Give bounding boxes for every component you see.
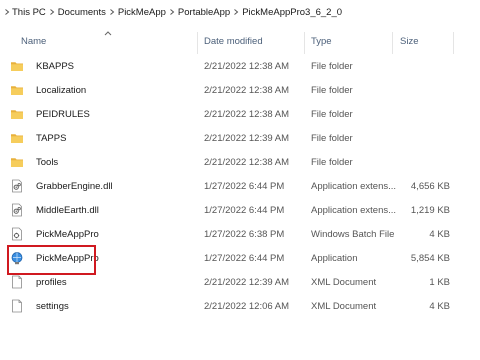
file-size [400, 54, 450, 78]
breadcrumb-item-this-pc[interactable]: This PC [12, 0, 46, 24]
column-divider[interactable] [304, 32, 305, 54]
chevron-right-icon[interactable] [166, 0, 178, 24]
file-row-pickmeapppro-batch[interactable]: PickMeAppPro 1/27/2022 6:38 PM Windows B… [0, 222, 480, 246]
column-header-date-modified[interactable]: Date modified [204, 24, 263, 58]
chevron-right-icon[interactable] [106, 0, 118, 24]
column-divider[interactable] [197, 32, 198, 54]
column-header-size[interactable]: Size [400, 24, 418, 58]
breadcrumb-label: Documents [57, 6, 106, 18]
file-row-middleearth-dll[interactable]: MiddleEarth.dll 1/27/2022 6:44 PM Applic… [0, 198, 480, 222]
file-type: Application extens... [311, 204, 397, 216]
file-name: TAPPS [36, 132, 67, 144]
file-date: 1/27/2022 6:44 PM [204, 204, 285, 216]
file-type: Windows Batch File [311, 228, 395, 240]
file-row-kbapps[interactable]: KBAPPS 2/21/2022 12:38 AM File folder [0, 54, 480, 78]
file-type: File folder [311, 84, 353, 96]
file-name: PEIDRULES [36, 108, 90, 120]
file-size: 1,219 KB [410, 204, 450, 216]
file-type: File folder [311, 156, 353, 168]
file-date: 2/21/2022 12:39 AM [204, 276, 290, 288]
file-name: Tools [36, 156, 59, 168]
breadcrumb-item-current-folder[interactable]: PickMeAppPro3_6_2_0 [242, 0, 342, 24]
file-size [400, 102, 450, 126]
file-name: PickMeAppPro [36, 228, 99, 240]
file-name: KBAPPS [36, 60, 75, 72]
file-date: 2/21/2022 12:06 AM [204, 300, 290, 312]
breadcrumb: This PC Documents PickMeApp PortableApp … [0, 0, 480, 24]
breadcrumb-label: PortableApp [177, 6, 231, 18]
file-date: 2/21/2022 12:39 AM [204, 132, 290, 144]
file-size: 5,854 KB [410, 252, 450, 264]
dll-icon [10, 203, 24, 217]
file-name: MiddleEarth.dll [36, 204, 99, 216]
chevron-right-icon[interactable] [46, 0, 58, 24]
file-type: XML Document [311, 300, 377, 312]
file-date: 2/21/2022 12:38 AM [204, 156, 290, 168]
file-type: File folder [311, 108, 353, 120]
file-date: 2/21/2022 12:38 AM [204, 84, 290, 96]
chevron-right-icon[interactable] [0, 0, 12, 24]
file-date: 1/27/2022 6:44 PM [204, 252, 285, 264]
breadcrumb-label: This PC [12, 6, 46, 18]
file-name-cell: settings [10, 294, 195, 318]
breadcrumb-item-pickmeapp[interactable]: PickMeApp [118, 0, 166, 24]
file-name-cell: GrabberEngine.dll [10, 174, 195, 198]
file-date: 2/21/2022 12:38 AM [204, 60, 290, 72]
file-row-grabberengine-dll[interactable]: GrabberEngine.dll 1/27/2022 6:44 PM Appl… [0, 174, 480, 198]
file-name-cell: PickMeAppPro [10, 222, 195, 246]
file-name-cell: MiddleEarth.dll [10, 198, 195, 222]
breadcrumb-label: PickMeAppPro3_6_2_0 [242, 6, 343, 18]
file-type: File folder [311, 60, 353, 72]
column-header-type[interactable]: Type [311, 24, 332, 58]
column-divider[interactable] [392, 32, 393, 54]
dll-icon [10, 179, 24, 193]
breadcrumb-item-documents[interactable]: Documents [58, 0, 106, 24]
file-name: GrabberEngine.dll [36, 180, 113, 192]
sort-ascending-icon [104, 31, 112, 36]
file-name: settings [36, 300, 69, 312]
file-date: 1/27/2022 6:38 PM [204, 228, 285, 240]
folder-icon [10, 59, 24, 73]
file-type: File folder [311, 132, 353, 144]
column-header-name[interactable]: Name [21, 24, 46, 58]
breadcrumb-label: PickMeApp [117, 6, 166, 18]
file-size [400, 150, 450, 174]
chevron-right-icon[interactable] [230, 0, 242, 24]
file-row-peidrules[interactable]: PEIDRULES 2/21/2022 12:38 AM File folder [0, 102, 480, 126]
file-row-settings[interactable]: settings 2/21/2022 12:06 AM XML Document… [0, 294, 480, 318]
folder-icon [10, 155, 24, 169]
document-icon [10, 275, 24, 289]
highlight-box [7, 245, 96, 275]
file-size: 4 KB [429, 228, 450, 240]
file-type: Application extens... [311, 180, 397, 192]
file-row-tools[interactable]: Tools 2/21/2022 12:38 AM File folder [0, 150, 480, 174]
file-name-cell: TAPPS [10, 126, 195, 150]
file-date: 2/21/2022 12:38 AM [204, 108, 290, 120]
folder-icon [10, 107, 24, 121]
file-size: 1 KB [429, 276, 450, 288]
file-name-cell: Tools [10, 150, 195, 174]
file-row-localization[interactable]: Localization 2/21/2022 12:38 AM File fol… [0, 78, 480, 102]
file-size: 4 KB [429, 300, 450, 312]
file-name: Localization [36, 84, 87, 96]
file-type: Application [311, 252, 358, 264]
file-name-cell: KBAPPS [10, 54, 195, 78]
file-name-cell: Localization [10, 78, 195, 102]
column-header-row: Name Date modified Type Size [0, 24, 480, 58]
batch-file-icon [10, 227, 24, 241]
file-row-tapps[interactable]: TAPPS 2/21/2022 12:39 AM File folder [0, 126, 480, 150]
folder-icon [10, 131, 24, 145]
file-size: 4,656 KB [410, 180, 450, 192]
column-divider[interactable] [453, 32, 454, 54]
file-date: 1/27/2022 6:44 PM [204, 180, 285, 192]
breadcrumb-item-portableapp[interactable]: PortableApp [178, 0, 230, 24]
file-size [400, 126, 450, 150]
document-icon [10, 299, 24, 313]
file-name-cell: PEIDRULES [10, 102, 195, 126]
folder-icon [10, 83, 24, 97]
file-name: profiles [36, 276, 67, 288]
file-size [400, 78, 450, 102]
file-type: XML Document [311, 276, 377, 288]
